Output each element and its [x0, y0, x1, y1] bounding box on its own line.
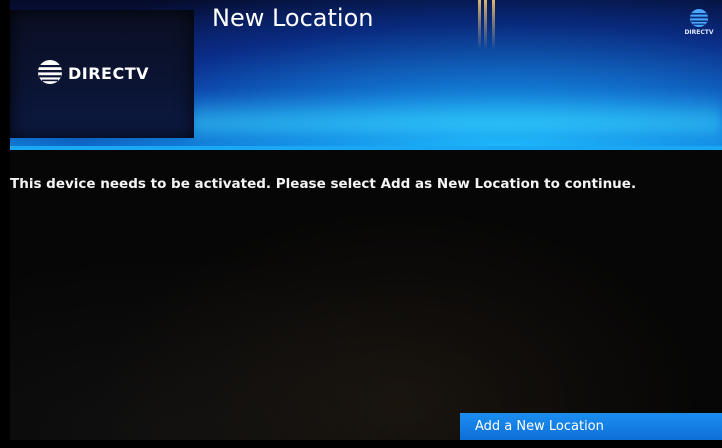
corner-logo-text: DIRECTV: [684, 29, 714, 36]
add-new-location-button[interactable]: Add a New Location: [460, 413, 722, 440]
activation-screen: DIRECTV New Location DIRECTV This device…: [0, 0, 722, 448]
globe-icon: [690, 9, 708, 27]
page-title: New Location: [212, 4, 374, 32]
light-reflection: [484, 0, 487, 50]
brand-logo-panel: DIRECTV: [10, 10, 194, 138]
light-reflection: [478, 0, 481, 50]
background-area: [10, 150, 722, 448]
header-divider: [0, 146, 722, 150]
globe-icon: [36, 58, 64, 86]
screen-edge: [0, 0, 10, 448]
light-reflection: [492, 0, 495, 50]
brand-logo-text: DIRECTV: [68, 64, 150, 83]
banner-glow: [190, 92, 722, 140]
activation-message: This device needs to be activated. Pleas…: [10, 176, 637, 192]
screen-bottom-edge: [0, 440, 722, 448]
corner-logo: DIRECTV: [682, 8, 716, 44]
